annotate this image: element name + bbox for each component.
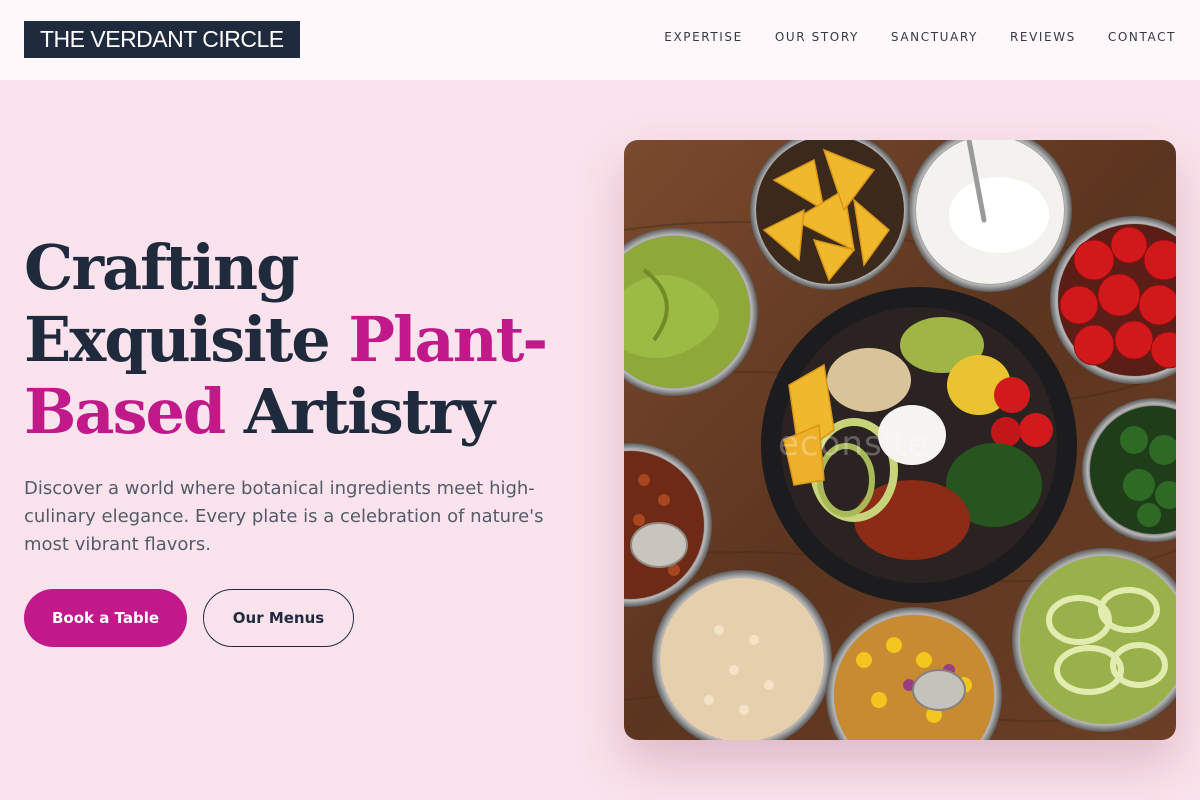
image-watermark: econsite [778,424,930,464]
nav-link-our-story[interactable]: OUR STORY [775,30,859,44]
nav-link-reviews[interactable]: REVIEWS [1010,30,1076,44]
nav-link-expertise[interactable]: EXPERTISE [664,30,743,44]
hero-title-line3a: Based [24,375,226,448]
main-nav: EXPERTISE OUR STORY SANCTUARY REVIEWS CO… [664,30,1176,44]
hero-description: Discover a world where botanical ingredi… [24,478,544,555]
nav-link-sanctuary[interactable]: SANCTUARY [891,30,978,44]
hero-title-line1: Crafting [24,231,299,304]
our-menus-button[interactable]: Our Menus [203,589,354,647]
hero-title-line3b: Artistry [224,375,495,448]
hero-title-line2b: Plant- [348,303,548,376]
hero-food-image: econsite [624,140,1176,740]
site-logo[interactable]: THE VERDANT CIRCLE [24,21,300,58]
book-table-button[interactable]: Book a Table [24,589,187,647]
quinoa [827,348,911,412]
hero-title-line2a: Exquisite [24,303,349,376]
nav-link-contact[interactable]: CONTACT [1108,30,1176,44]
hero-title: Crafting Exquisite Plant- Based Artistry [24,232,584,448]
site-header: THE VERDANT CIRCLE EXPERTISE OUR STORY S… [0,0,1200,80]
